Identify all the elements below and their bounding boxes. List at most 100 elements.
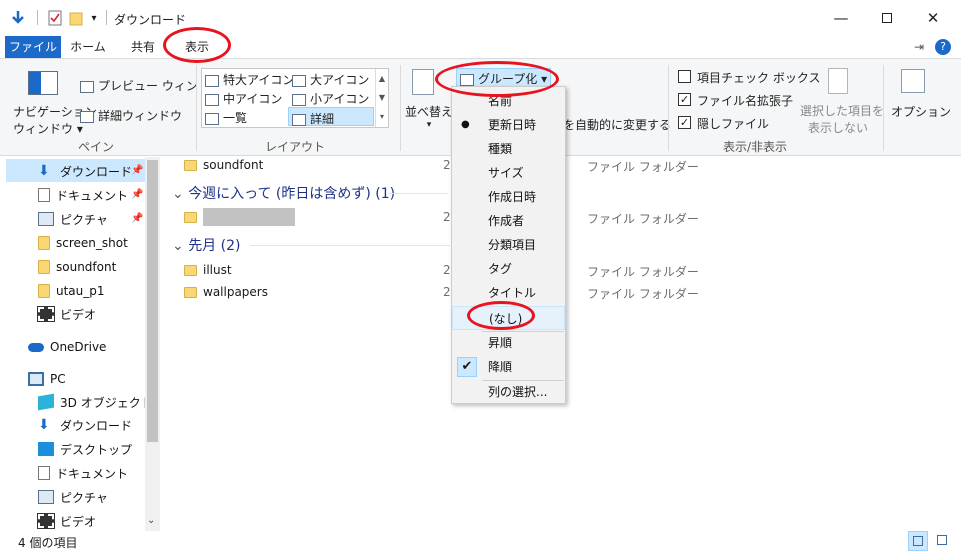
bullet-icon: ●: [461, 119, 470, 130]
menu-item-author[interactable]: 作成者: [452, 209, 565, 233]
hide-selected-label-2: 表示しない: [807, 121, 868, 135]
tab-view[interactable]: 表示: [172, 36, 222, 58]
tab-file[interactable]: ファイル: [5, 36, 61, 58]
minimize-button[interactable]: —: [818, 0, 864, 36]
help-icon[interactable]: ?: [935, 39, 951, 55]
nav-item-soundfont[interactable]: soundfont: [38, 256, 116, 278]
document-icon: [38, 466, 50, 480]
menu-item-created[interactable]: 作成日時: [452, 185, 565, 209]
details-view-button[interactable]: [908, 531, 928, 551]
layout-list[interactable]: 一覧: [205, 109, 247, 126]
nav-item-utau-p1[interactable]: utau_p1: [38, 280, 105, 302]
item-checkboxes-checkbox[interactable]: [678, 70, 691, 83]
menu-item-modified[interactable]: ● 更新日時: [452, 113, 565, 137]
folder-icon: [38, 260, 50, 274]
menu-item-none[interactable]: (なし): [452, 306, 565, 330]
group-header[interactable]: ⌄ 先月 (2): [172, 235, 240, 255]
layout-item-label: 詳細: [310, 112, 335, 126]
nav-item-documents[interactable]: ドキュメント: [38, 184, 128, 206]
nav-item-downloads[interactable]: ⬇ ダウンロード: [38, 160, 132, 182]
nav-item-label: デスクトップ: [60, 442, 133, 457]
group-divider: [388, 193, 448, 194]
nav-item-screen-shot[interactable]: screen_shot: [38, 232, 128, 254]
group-header-label: 今週に入って (昨日は含めず) (1): [188, 186, 396, 202]
pin-icon: 📌: [131, 213, 144, 224]
status-bar: 4 個の項目: [0, 531, 961, 553]
new-folder-icon[interactable]: [68, 9, 84, 27]
nav-item-pc-downloads[interactable]: ⬇ ダウンロード: [38, 414, 132, 436]
menu-item-descending[interactable]: ✔ 降順: [452, 355, 565, 379]
sort-button[interactable]: 並べ替え ▾: [405, 103, 453, 130]
nav-item-3d-objects[interactable]: 3D オブジェクト: [38, 391, 153, 413]
menu-item-title[interactable]: タイトル: [452, 281, 565, 305]
nav-item-pc-pictures[interactable]: ピクチャ: [38, 486, 108, 508]
scroll-down-icon[interactable]: ⌄: [147, 515, 155, 526]
large-icons-view-icon: [937, 535, 947, 545]
tab-home[interactable]: ホーム: [66, 36, 110, 58]
properties-icon[interactable]: [47, 9, 63, 27]
navigation-pane-button[interactable]: ナビゲーション ウィンドウ ▾: [13, 103, 97, 137]
layout-item-label: 大アイコン: [310, 73, 370, 87]
layout-large-icons[interactable]: 大アイコン: [292, 71, 369, 88]
ribbon-tabs: ファイル ホーム 共有 表示 ⇥ ?: [0, 36, 961, 58]
auto-resize-columns[interactable]: を自動的に変更する: [563, 116, 671, 133]
details-pane-button[interactable]: 詳細ウィンドウ: [80, 107, 182, 124]
menu-item-name[interactable]: 名前: [452, 89, 565, 113]
item-checkboxes-label: 項目チェック ボックス: [697, 71, 821, 85]
navigation-pane: ⬇ ダウンロード 📌 ドキュメント 📌 ピクチャ 📌 screen_shot so…: [0, 157, 160, 531]
video-icon: [37, 306, 55, 322]
maximize-button[interactable]: [864, 0, 910, 36]
tab-share[interactable]: 共有: [118, 36, 168, 58]
pictures-icon: [38, 490, 54, 504]
nav-item-pc-documents[interactable]: ドキュメント: [38, 462, 128, 484]
layout-small-icons[interactable]: 小アイコン: [292, 90, 369, 107]
list-item[interactable]: [184, 207, 295, 227]
layout-medium-icons[interactable]: 中アイコン: [205, 90, 282, 107]
download-arrow-icon: ⬇: [38, 417, 50, 433]
video-icon: [37, 513, 55, 529]
menu-item-tags[interactable]: タグ: [452, 257, 565, 281]
nav-item-pc[interactable]: PC: [28, 368, 66, 390]
navigation-pane-icon: [28, 71, 58, 95]
options-button[interactable]: オプション: [891, 103, 951, 120]
hide-selected-button[interactable]: 選択した項目を 表示しない: [800, 102, 884, 136]
nav-item-label: ドキュメント: [56, 466, 129, 481]
list-item[interactable]: soundfont: [184, 155, 263, 175]
nav-item-desktop[interactable]: デスクトップ: [38, 438, 132, 460]
customize-toolbar-icon[interactable]: ▾: [88, 9, 100, 27]
group-divider: [250, 245, 450, 246]
nav-item-pictures[interactable]: ピクチャ: [38, 208, 108, 230]
layout-extra-large-icons[interactable]: 特大アイコン: [205, 71, 294, 88]
minimize-icon: —: [833, 9, 849, 27]
list-item[interactable]: wallpapers: [184, 282, 268, 302]
layout-group-label: レイアウト: [264, 140, 325, 154]
hidden-files-checkbox[interactable]: ✓: [678, 116, 691, 129]
layout-item-label: 小アイコン: [310, 92, 370, 106]
window-title: ダウンロード: [114, 13, 187, 27]
folder-icon: [184, 264, 197, 276]
large-icons-view-button[interactable]: [933, 531, 953, 551]
group-by-menu: 名前 ● 更新日時 種類 サイズ 作成日時 作成者 分類項目 タグ タイトル (な…: [451, 86, 566, 404]
layout-details[interactable]: 詳細: [288, 107, 374, 126]
close-button[interactable]: ✕: [910, 0, 956, 36]
menu-item-choose-columns[interactable]: 列の選択...: [452, 380, 565, 404]
pin-ribbon-icon[interactable]: ⇥: [914, 40, 924, 54]
nav-scroll-thumb[interactable]: [147, 160, 158, 442]
list-item[interactable]: illust: [184, 260, 232, 280]
redacted-name: [203, 208, 295, 226]
file-extensions-checkbox[interactable]: ✓: [678, 93, 691, 106]
gallery-scroll[interactable]: ▲ ▼ ▾: [375, 69, 388, 127]
nav-item-pc-videos[interactable]: ビデオ: [37, 510, 96, 532]
menu-item-ascending[interactable]: 昇順: [452, 331, 565, 355]
group-header[interactable]: ⌄ 今週に入って (昨日は含めず) (1): [172, 183, 395, 203]
menu-item-label: 更新日時: [488, 118, 537, 132]
nav-item-label: ビデオ: [60, 307, 97, 322]
menu-item-type[interactable]: 種類: [452, 137, 565, 161]
menu-item-category[interactable]: 分類項目: [452, 233, 565, 257]
nav-item-onedrive[interactable]: OneDrive: [28, 336, 106, 358]
nav-item-videos[interactable]: ビデオ: [37, 303, 97, 325]
menu-item-size[interactable]: サイズ: [452, 161, 565, 185]
hidden-files-label: 隠しファイル: [697, 117, 770, 131]
cloud-icon: [28, 342, 44, 352]
folder-icon: [184, 286, 197, 298]
